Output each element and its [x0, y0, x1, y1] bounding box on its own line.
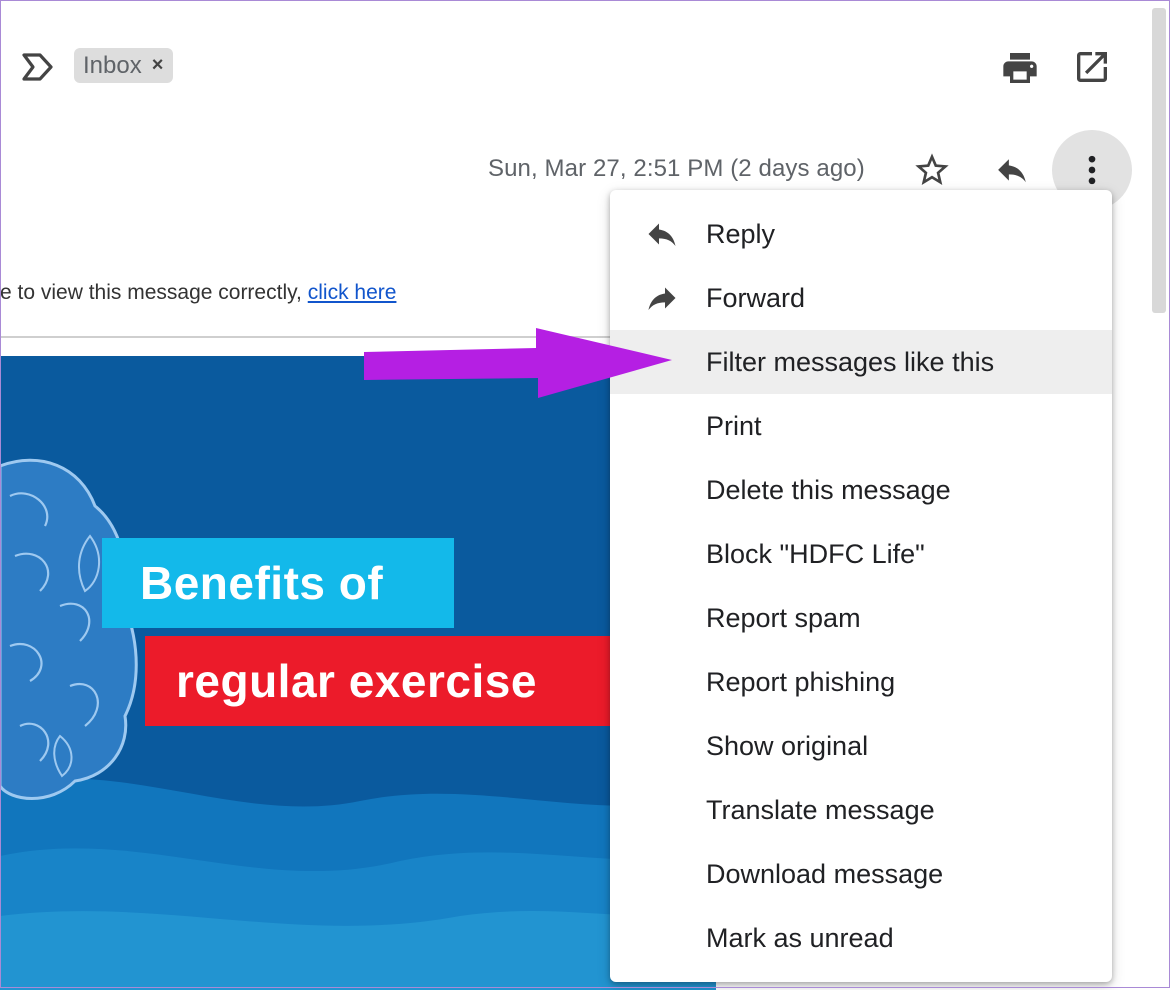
menu-item-label: Reply: [706, 218, 776, 249]
print-icon[interactable]: [1000, 48, 1040, 88]
menu-item-label: Forward: [706, 282, 806, 313]
menu-item-show-original[interactable]: Show original: [610, 714, 1112, 778]
menu-item-block-sender[interactable]: Block "HDFC Life": [610, 522, 1112, 586]
menu-item-label: Block "HDFC Life": [706, 538, 925, 569]
reply-icon: [648, 223, 676, 246]
inbox-label-text: Inbox: [83, 51, 142, 79]
menu-item-download-message[interactable]: Download message: [610, 842, 1112, 906]
menu-item-label: Report spam: [706, 602, 861, 633]
remove-label-button[interactable]: ×: [152, 54, 164, 77]
menu-item-forward[interactable]: Forward: [610, 266, 1112, 330]
annotation-arrow: [364, 328, 672, 398]
menu-item-label: Filter messages like this: [706, 346, 995, 377]
menu-item-report-spam[interactable]: Report spam: [610, 586, 1112, 650]
menu-item-delete-message[interactable]: Delete this message: [610, 458, 1112, 522]
click-here-link[interactable]: click here: [308, 281, 397, 304]
menu-item-label: Download message: [706, 858, 944, 889]
menu-item-label: Translate message: [706, 794, 935, 825]
open-in-new-window-icon[interactable]: [1072, 47, 1112, 87]
menu-item-label: Delete this message: [706, 474, 951, 505]
forward-icon: [648, 287, 676, 310]
menu-item-label: Mark as unread: [706, 922, 894, 953]
menu-item-filter-messages[interactable]: Filter messages like this: [610, 330, 1112, 394]
menu-item-print[interactable]: Print: [610, 394, 1112, 458]
menu-item-label: Print: [706, 410, 762, 441]
menu-item-label: Report phishing: [706, 666, 896, 697]
notice-text: e to view this message correctly,: [0, 281, 308, 304]
banner-title-line2: regular exercise: [176, 655, 537, 707]
menu-item-label: Show original: [706, 730, 869, 761]
inbox-label-chip[interactable]: Inbox ×: [74, 48, 174, 83]
email-banner-image: Benefits of regular exercise: [0, 356, 716, 990]
reply-icon[interactable]: [992, 150, 1032, 190]
menu-item-mark-as-unread[interactable]: Mark as unread: [610, 906, 1112, 970]
star-icon[interactable]: [912, 150, 952, 190]
banner-title-line1: Benefits of: [140, 557, 384, 609]
view-message-notice: e to view this message correctly, click …: [0, 281, 396, 305]
label-icon[interactable]: [20, 50, 56, 84]
menu-item-reply[interactable]: Reply: [610, 202, 1112, 266]
message-date: Sun, Mar 27, 2:51 PM (2 days ago): [488, 155, 865, 182]
more-vert-icon: [1088, 155, 1096, 185]
menu-item-translate-message[interactable]: Translate message: [610, 778, 1112, 842]
more-options-menu: Reply Forward Filter messages like this …: [610, 190, 1112, 982]
banner-title-box: Benefits of: [102, 538, 454, 628]
menu-item-report-phishing[interactable]: Report phishing: [610, 650, 1112, 714]
scrollbar-thumb[interactable]: [1152, 8, 1166, 313]
